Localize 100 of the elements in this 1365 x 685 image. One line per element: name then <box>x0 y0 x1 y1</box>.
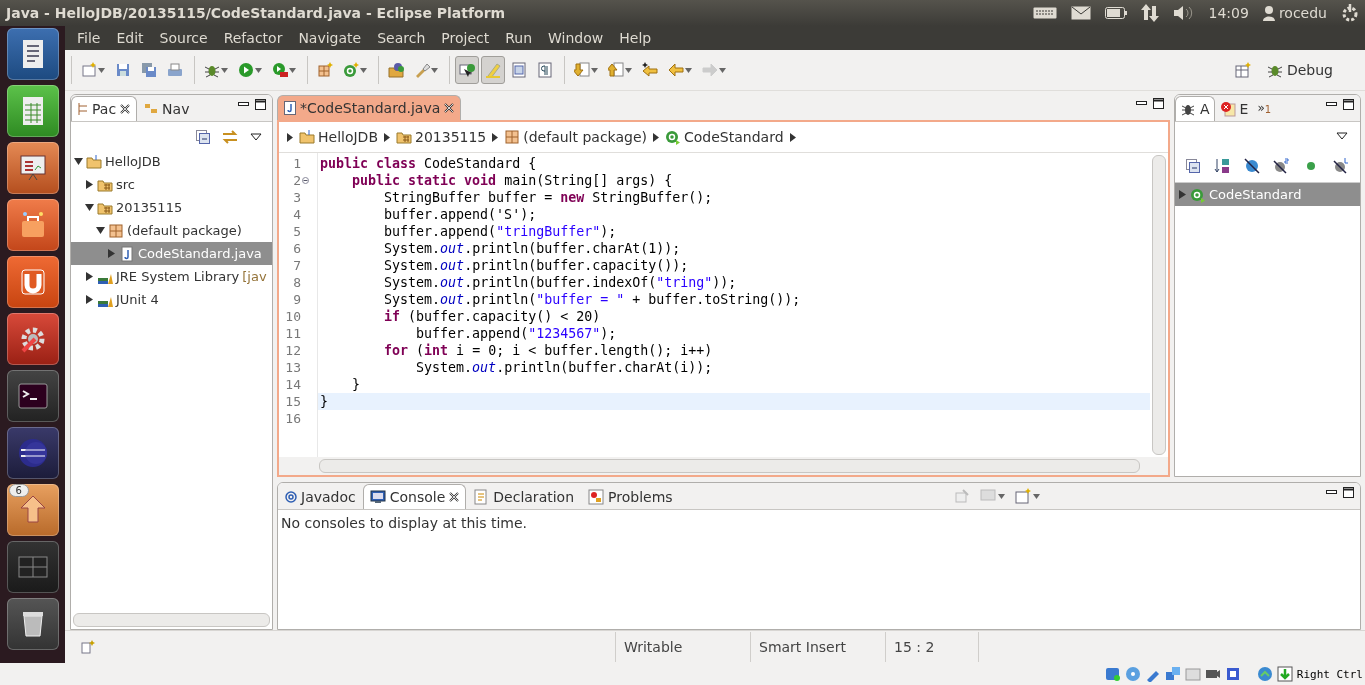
breadcrumb-item[interactable]: (default package) <box>504 129 647 145</box>
tree-item[interactable]: JUnit 4 <box>71 288 272 311</box>
close-icon[interactable] <box>444 103 455 113</box>
hide-static-icon[interactable] <box>1273 158 1290 174</box>
hide-local-types-icon[interactable] <box>1333 158 1350 174</box>
toolbar-button[interactable] <box>455 56 479 84</box>
line-number: 2 <box>293 173 301 188</box>
menu-item[interactable]: Edit <box>108 30 152 46</box>
launcher-item[interactable] <box>6 598 59 650</box>
vertical-scrollbar[interactable] <box>1152 155 1166 455</box>
launcher-item[interactable] <box>6 142 59 194</box>
collapse-toggle[interactable] <box>84 203 94 212</box>
java-file-icon <box>284 101 296 115</box>
menu-item[interactable]: Project <box>433 30 498 46</box>
network-arrows-icon[interactable] <box>1140 4 1159 22</box>
battery-icon[interactable] <box>1104 7 1127 19</box>
maximize-icon[interactable] <box>1343 486 1354 498</box>
tree-item[interactable]: (default package) <box>71 219 272 242</box>
tree-item[interactable]: JRE System Library [jav <box>71 265 272 288</box>
launcher-item[interactable] <box>6 85 59 137</box>
tree-item[interactable]: 20135115 <box>71 196 272 219</box>
editor-tab[interactable]: *CodeStandard.java <box>277 95 462 120</box>
view-tab[interactable]: Javadoc <box>278 484 363 509</box>
maximize-icon[interactable] <box>1153 97 1164 109</box>
launcher-item[interactable] <box>6 313 59 365</box>
code-line: buffer.append("1234567"); <box>415 325 618 342</box>
close-icon[interactable] <box>120 104 131 114</box>
clock[interactable]: 14:09 <box>1208 5 1249 21</box>
launcher-item[interactable] <box>6 256 59 308</box>
line-number: 5 <box>293 224 301 239</box>
download-arrow-icon[interactable] <box>1276 666 1293 682</box>
expand-toggle[interactable] <box>106 249 116 258</box>
chevron-icon[interactable] <box>492 132 499 142</box>
line-number: 9 <box>293 292 301 307</box>
view-tab[interactable]: Declaration <box>466 484 582 509</box>
view-tab[interactable]: Console <box>362 484 467 509</box>
link-arrows-icon[interactable] <box>222 130 238 144</box>
close-icon[interactable] <box>449 492 460 502</box>
collapse-all-icon[interactable] <box>196 130 210 144</box>
menu-item[interactable]: Help <box>611 30 660 46</box>
overflow-chevron[interactable]: » <box>1257 101 1265 115</box>
line-number: 8 <box>293 275 301 290</box>
power-icon[interactable] <box>1341 4 1359 22</box>
breadcrumb-item[interactable]: HelloJDB <box>299 129 378 145</box>
horizontal-scrollbar[interactable] <box>319 459 1140 473</box>
new-package-icon <box>317 62 333 78</box>
speaker-icon[interactable] <box>1172 5 1195 21</box>
menu-item[interactable]: Window <box>540 30 612 46</box>
fold-icon[interactable] <box>302 177 309 184</box>
view-tab[interactable]: Pac <box>71 96 138 121</box>
menu-item[interactable]: Refactor <box>215 30 291 46</box>
maximize-icon[interactable] <box>255 98 266 110</box>
launcher-item[interactable] <box>6 427 59 479</box>
view-tab[interactable]: Problems <box>581 484 680 509</box>
menu-item[interactable]: File <box>69 30 109 46</box>
new-window-icon <box>81 62 97 78</box>
hide-fields-icon[interactable] <box>1243 158 1260 174</box>
collapse-toggle[interactable] <box>73 157 83 166</box>
maximize-icon[interactable] <box>1343 98 1354 110</box>
collapse-all-icon[interactable] <box>1185 159 1200 173</box>
line-number: 1 <box>293 156 301 171</box>
keyboard-icon[interactable] <box>1032 7 1057 19</box>
envelope-icon[interactable] <box>1070 6 1091 20</box>
menu-item[interactable]: Run <box>497 30 541 46</box>
chevron-icon[interactable] <box>287 132 293 142</box>
navigator-icon <box>144 103 159 115</box>
view-tab[interactable]: Nav <box>137 96 197 121</box>
menu-item[interactable]: Navigate <box>290 30 370 46</box>
chip-icon[interactable] <box>1224 666 1241 682</box>
chevron-icon[interactable] <box>653 132 659 142</box>
breadcrumb-item[interactable]: CodeStandard <box>665 129 784 145</box>
chevron-icon[interactable] <box>789 132 796 142</box>
sort-icon[interactable] <box>1213 158 1230 174</box>
view-menu-icon[interactable] <box>1336 132 1348 140</box>
view-menu-icon[interactable] <box>250 133 262 141</box>
network-icon[interactable] <box>1164 666 1181 682</box>
flashlight-icon <box>414 62 430 78</box>
chevron-icon[interactable] <box>384 132 390 142</box>
launcher-item[interactable] <box>6 199 59 251</box>
right-arrow-icon <box>702 62 718 78</box>
expand-toggle[interactable] <box>84 295 94 304</box>
breadcrumb-item[interactable]: 20135115 <box>396 129 487 145</box>
menu-item[interactable]: Search <box>369 30 434 46</box>
horizontal-scrollbar[interactable] <box>73 613 270 627</box>
tree-item[interactable]: src <box>71 173 272 196</box>
perspective-button[interactable]: Debug <box>1234 62 1359 78</box>
expand-toggle[interactable] <box>1177 190 1187 199</box>
collapse-toggle[interactable] <box>95 226 105 235</box>
tree-item[interactable]: HelloJDB <box>71 150 272 173</box>
launcher-item[interactable] <box>6 28 59 80</box>
menu-item[interactable]: Source <box>151 30 216 46</box>
expand-toggle[interactable] <box>84 272 94 281</box>
line-number: 15 <box>285 394 301 409</box>
view-tab[interactable]: E <box>1214 96 1254 121</box>
user-name[interactable]: rocedu <box>1278 5 1327 21</box>
code-line: buffer.append("tringBuffer"); <box>383 223 618 240</box>
expand-toggle[interactable] <box>84 180 94 189</box>
launcher-item[interactable]: 6 <box>6 484 59 536</box>
view-tab[interactable]: A <box>1175 96 1215 121</box>
up-arrow-document-icon <box>608 62 624 78</box>
